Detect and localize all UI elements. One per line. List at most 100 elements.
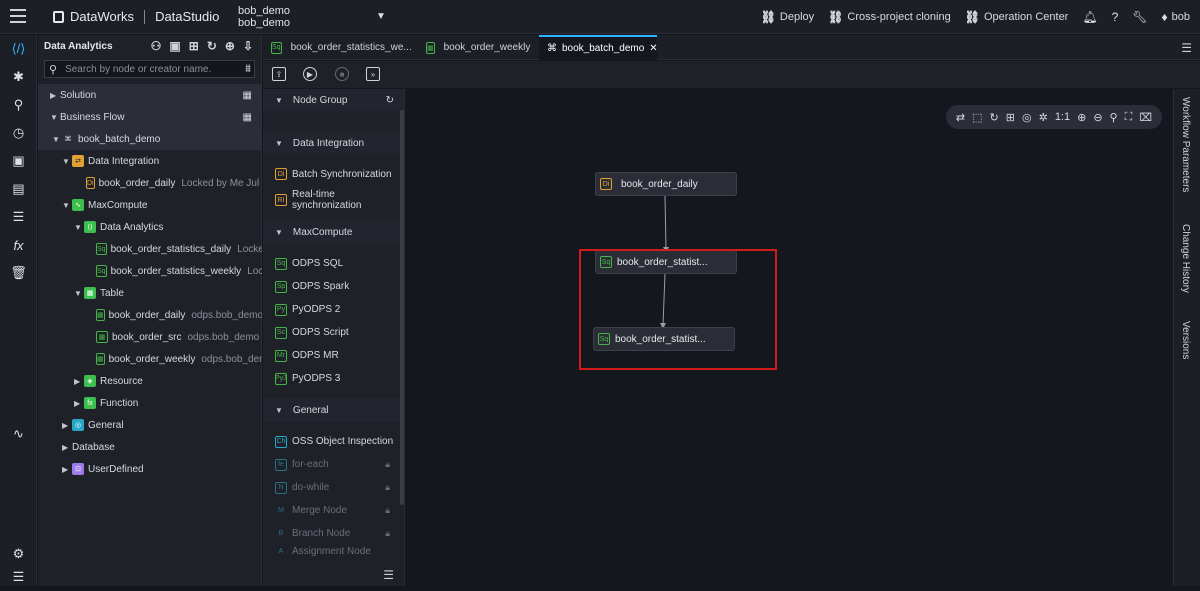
tree-title: Data Analytics ⚇ ▣ ⊞ ↻ ⊕ ⇩ (44, 39, 253, 53)
run-icon[interactable]: ▶ (303, 67, 317, 81)
refresh-icon[interactable]: ↻ (207, 39, 217, 53)
tree-item-node[interactable]: Sqbook_order_statistics_weeklyLocke (38, 260, 262, 282)
collapse-icon[interactable]: ☰ (0, 563, 37, 591)
user-filter-icon[interactable]: ⚇ (151, 39, 162, 53)
table-icon: ▦ (96, 331, 108, 343)
palette-group-maxcompute[interactable]: ▼ MaxCompute (263, 220, 404, 244)
workflow-icon: ⌘ (547, 43, 557, 54)
palette-node-group[interactable]: ▼ Node Group ↻ (263, 89, 404, 111)
clock-icon[interactable]: ◷ (0, 119, 37, 147)
ri-node-icon: RI (275, 194, 287, 206)
workflow-node[interactable]: Di book_order_daily (595, 172, 737, 196)
submit-icon[interactable]: ⇪ (272, 67, 286, 81)
tree-item-data-integration[interactable]: ▼ ⇄ Data Integration (38, 150, 262, 172)
link-icon: ⛓ (828, 10, 844, 24)
tree-item-node[interactable]: Sqbook_order_statistics_dailyLocked (38, 238, 262, 260)
menu-icon[interactable] (10, 9, 26, 23)
palette-scrollbar[interactable] (400, 110, 404, 505)
workflow-canvas[interactable]: ⇄ ⬚ ↻ ⊞ ◎ ✲ 1:1 ⊕ ⊖ ⚲ ⛶ ⌧ (406, 89, 1172, 586)
palette-item-pyodps3[interactable]: Py3 PyODPS 3 (263, 367, 404, 390)
palette-group-data-integration[interactable]: ▼ Data Integration (263, 131, 404, 155)
tree-item-table-entry[interactable]: ▦book_order_weeklyodps.bob_demo (38, 348, 262, 370)
puzzle-icon[interactable]: ✱ (0, 63, 37, 91)
link-icon: ⛓ (964, 10, 980, 24)
tree-item-business-flow[interactable]: ▼ Business Flow ▦ (38, 106, 262, 128)
sql-node-icon: Sq (96, 243, 107, 255)
cross-project-cloning-link[interactable]: ⛓ Cross-project cloning (828, 10, 951, 24)
palette-item-oss-inspection[interactable]: Ch OSS Object Inspection (263, 430, 404, 453)
tab-statistics-weekly[interactable]: Sq book_order_statistics_we... (263, 35, 416, 60)
palette-item-odps-sql[interactable]: Sq ODPS SQL (263, 252, 404, 275)
wrench-icon[interactable]: 🔧︎ (1132, 10, 1147, 24)
stop-icon[interactable]: ■ (335, 67, 349, 81)
tree-item-database[interactable]: ▶ Database (38, 436, 262, 458)
palette-item-pyodps2[interactable]: Py PyODPS 2 (263, 298, 404, 321)
tree-item-table-entry[interactable]: ▦ book_order_src odps.bob_demo (38, 326, 262, 348)
operation-center-link[interactable]: ⛓ Operation Center (965, 10, 1069, 24)
brand: DataWorks DataStudio (53, 9, 219, 24)
search-icon[interactable]: ⚲ (0, 91, 37, 119)
trash-icon[interactable]: 🗑︎ (0, 259, 37, 287)
filter-icon[interactable]: ⩩ (245, 63, 251, 76)
refresh-icon[interactable]: ↻ (386, 95, 394, 106)
pulse-icon[interactable]: ∿ (0, 420, 37, 448)
tab-order-weekly[interactable]: ▦ book_order_weekly (418, 35, 534, 60)
project-selector[interactable]: bob_demo bob_demo (238, 5, 290, 29)
table-icon: ▦ (96, 309, 105, 321)
left-rail: ⟨/⟩ ✱ ⚲ ◷ ▣ ▤ ☰ fx 🗑︎ ∿ ⚙ ☰ (0, 35, 37, 586)
tree-item-table-entry[interactable]: ▦ book_order_daily odps.bob_demo (38, 304, 262, 326)
function-icon[interactable]: fx (0, 231, 37, 259)
palette-group-general[interactable]: ▼ General (263, 398, 404, 422)
table-icon[interactable]: ▤ (0, 175, 37, 203)
top-bar: DataWorks DataStudio bob_demo bob_demo ▼… (0, 0, 1200, 34)
tree-item-maxcompute[interactable]: ▼ ∿ MaxCompute (38, 194, 262, 216)
tree-item-table[interactable]: ▼ ▦ Table (38, 282, 262, 304)
tree-item-node[interactable]: Dibook_order_dailyLocked by Me Jul 29 (38, 172, 262, 194)
list-icon[interactable]: ☰ (0, 203, 37, 231)
locate-icon[interactable]: ⊕ (225, 39, 235, 53)
palette-item-odps-spark[interactable]: Sp ODPS Spark (263, 275, 404, 298)
download-icon[interactable]: ⇩ (243, 39, 253, 53)
palette-item-do-while[interactable]: Ndo-while 🔒︎ (263, 476, 404, 499)
node-palette: ▼ Node Group ↻ ▼ Data Integration Di Batch S… (263, 89, 405, 586)
grid-icon[interactable]: ▦ (243, 112, 252, 123)
palette-item-branch-node[interactable]: B Branch Node 🔒︎ (263, 522, 404, 545)
chevron-down-icon[interactable]: ▼ (376, 11, 386, 22)
tree-item-solution[interactable]: ▶ Solution ▦ (38, 84, 262, 106)
grid-icon[interactable]: ▦ (243, 90, 252, 101)
briefcase-icon[interactable]: ▣ (0, 147, 37, 175)
search-input[interactable]: ⚲ Search by node or creator name. (44, 60, 255, 78)
tree-item-userdefined[interactable]: ▶ ⊡ UserDefined (38, 458, 262, 480)
palette-item-assignment-node[interactable]: A Assignment Node (263, 545, 404, 557)
tree-item-function[interactable]: ▶ fx Function (38, 392, 262, 414)
tree-item-workflow[interactable]: ▼ ⌘ book_batch_demo (38, 128, 262, 150)
collapse-list-icon[interactable]: ☰ (383, 568, 394, 582)
tree-item-general[interactable]: ▶ ◎ General (38, 414, 262, 436)
help-icon[interactable]: ? (1112, 10, 1119, 24)
tab-batch-demo[interactable]: ⌘ book_batch_demo ✕ (539, 35, 658, 60)
palette-item-odps-mr[interactable]: Mr ODPS MR (263, 344, 404, 367)
palette-item-merge-node[interactable]: M Merge Node 🔒︎ (263, 499, 404, 522)
new-file-icon[interactable]: ⊞ (189, 39, 199, 53)
brand-name: DataWorks (70, 9, 135, 24)
user-menu[interactable]: ♦ bob (1162, 10, 1190, 24)
deploy-icon[interactable]: » (366, 67, 380, 81)
tree-item-resource[interactable]: ▶ ◈ Resource (38, 370, 262, 392)
versions-tab[interactable]: Versions (1180, 321, 1191, 359)
lock-icon: 🔒︎ (385, 528, 390, 538)
palette-item-odps-script[interactable]: Sc ODPS Script (263, 321, 404, 344)
deploy-link[interactable]: ⛓ Deploy (761, 10, 814, 24)
tree-item-data-analytics[interactable]: ▼ ⟨⟩ Data Analytics (38, 216, 262, 238)
palette-item-realtime-sync[interactable]: RI Real-time synchronization (263, 185, 404, 215)
workflow-parameters-tab[interactable]: Workflow Parameters (1180, 97, 1191, 192)
tab-menu-icon[interactable]: ☰ (1181, 41, 1192, 55)
lock-icon: 🔒︎ (385, 505, 390, 515)
palette-item-batch-sync[interactable]: Di Batch Synchronization (263, 163, 404, 185)
dataworks-logo-icon (53, 10, 64, 23)
bell-icon[interactable]: 🔔︎ (1082, 10, 1097, 24)
palette-item-for-each[interactable]: fe for-each 🔒︎ (263, 453, 404, 476)
code-icon[interactable]: ⟨/⟩ (0, 35, 37, 63)
change-history-tab[interactable]: Change History (1180, 224, 1191, 293)
import-icon[interactable]: ▣ (169, 39, 180, 53)
close-icon[interactable]: ✕ (649, 43, 657, 54)
